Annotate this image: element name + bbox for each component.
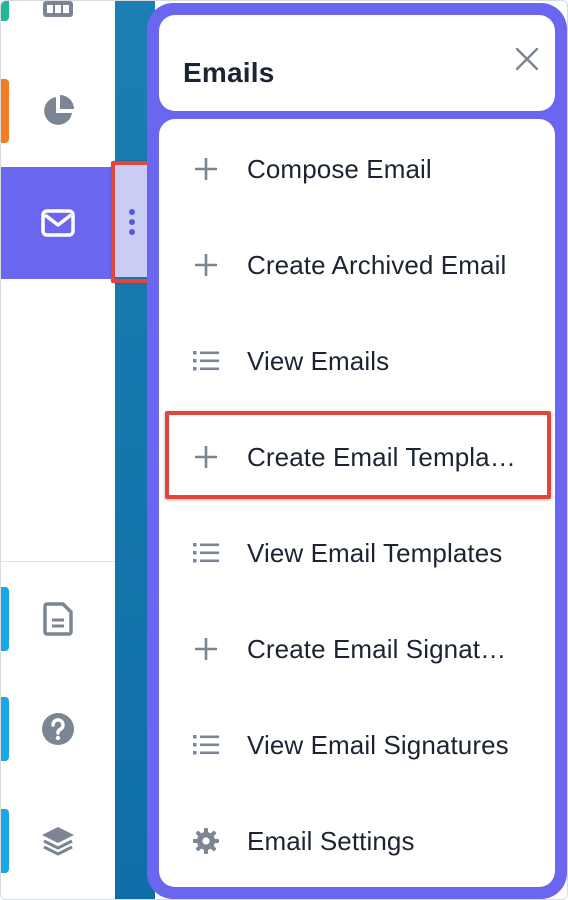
rail-accent [1, 809, 9, 873]
menu-item-create-email-signature[interactable]: Create Email Signat… [159, 601, 555, 697]
list-icon [191, 538, 221, 568]
menu-item-label: View Email Templates [247, 537, 503, 568]
list-icon [191, 730, 221, 760]
menu-item-label: View Email Signatures [247, 729, 509, 760]
panel-title: Emails [183, 57, 275, 88]
panel-header: Emails [159, 15, 555, 111]
rail-item-grid[interactable] [1, 1, 115, 61]
highlight-box [165, 411, 551, 499]
emails-menu-panel: Emails Compose Email Create Archived Ema… [147, 3, 567, 899]
menu-item-label: View Emails [247, 345, 390, 376]
close-button[interactable] [511, 43, 543, 75]
menu-item-view-email-signatures[interactable]: View Email Signatures [159, 697, 555, 793]
help-icon [41, 712, 75, 746]
menu-item-email-settings[interactable]: Email Settings [159, 793, 555, 889]
plus-icon [191, 634, 221, 664]
menu-item-view-emails[interactable]: View Emails [159, 313, 555, 409]
menu-item-view-email-templates[interactable]: View Email Templates [159, 505, 555, 601]
rail-divider [1, 561, 115, 562]
plus-icon [191, 250, 221, 280]
rail-accent [1, 79, 9, 143]
emails-menu-list: Compose Email Create Archived Email View… [159, 119, 555, 887]
rail-item-reports[interactable] [1, 61, 115, 161]
pie-chart-icon [41, 94, 75, 128]
navigation-rail [1, 1, 115, 899]
rail-item-help[interactable] [1, 679, 115, 779]
menu-item-label: Create Email Signat… [247, 633, 507, 664]
rail-accent [1, 697, 9, 761]
close-icon [515, 47, 539, 71]
gear-icon [191, 826, 221, 856]
list-icon [191, 346, 221, 376]
layers-icon [40, 825, 76, 857]
menu-item-label: Email Settings [247, 825, 415, 856]
menu-item-label: Compose Email [247, 153, 432, 184]
menu-item-compose-email[interactable]: Compose Email [159, 121, 555, 217]
menu-item-create-email-template[interactable]: Create Email Templa… [159, 409, 555, 505]
rail-item-layers[interactable] [1, 791, 115, 891]
rail-accent [1, 587, 9, 651]
menu-item-label: Create Archived Email [247, 249, 507, 280]
rail-item-documents[interactable] [1, 569, 115, 669]
menu-item-create-archived-email[interactable]: Create Archived Email [159, 217, 555, 313]
rail-item-emails[interactable] [1, 167, 115, 279]
envelope-icon [41, 209, 75, 237]
document-icon [43, 602, 73, 636]
grid-icon [41, 1, 75, 21]
rail-accent [1, 1, 9, 21]
app-frame: Emails Compose Email Create Archived Ema… [0, 0, 568, 900]
plus-icon [191, 154, 221, 184]
